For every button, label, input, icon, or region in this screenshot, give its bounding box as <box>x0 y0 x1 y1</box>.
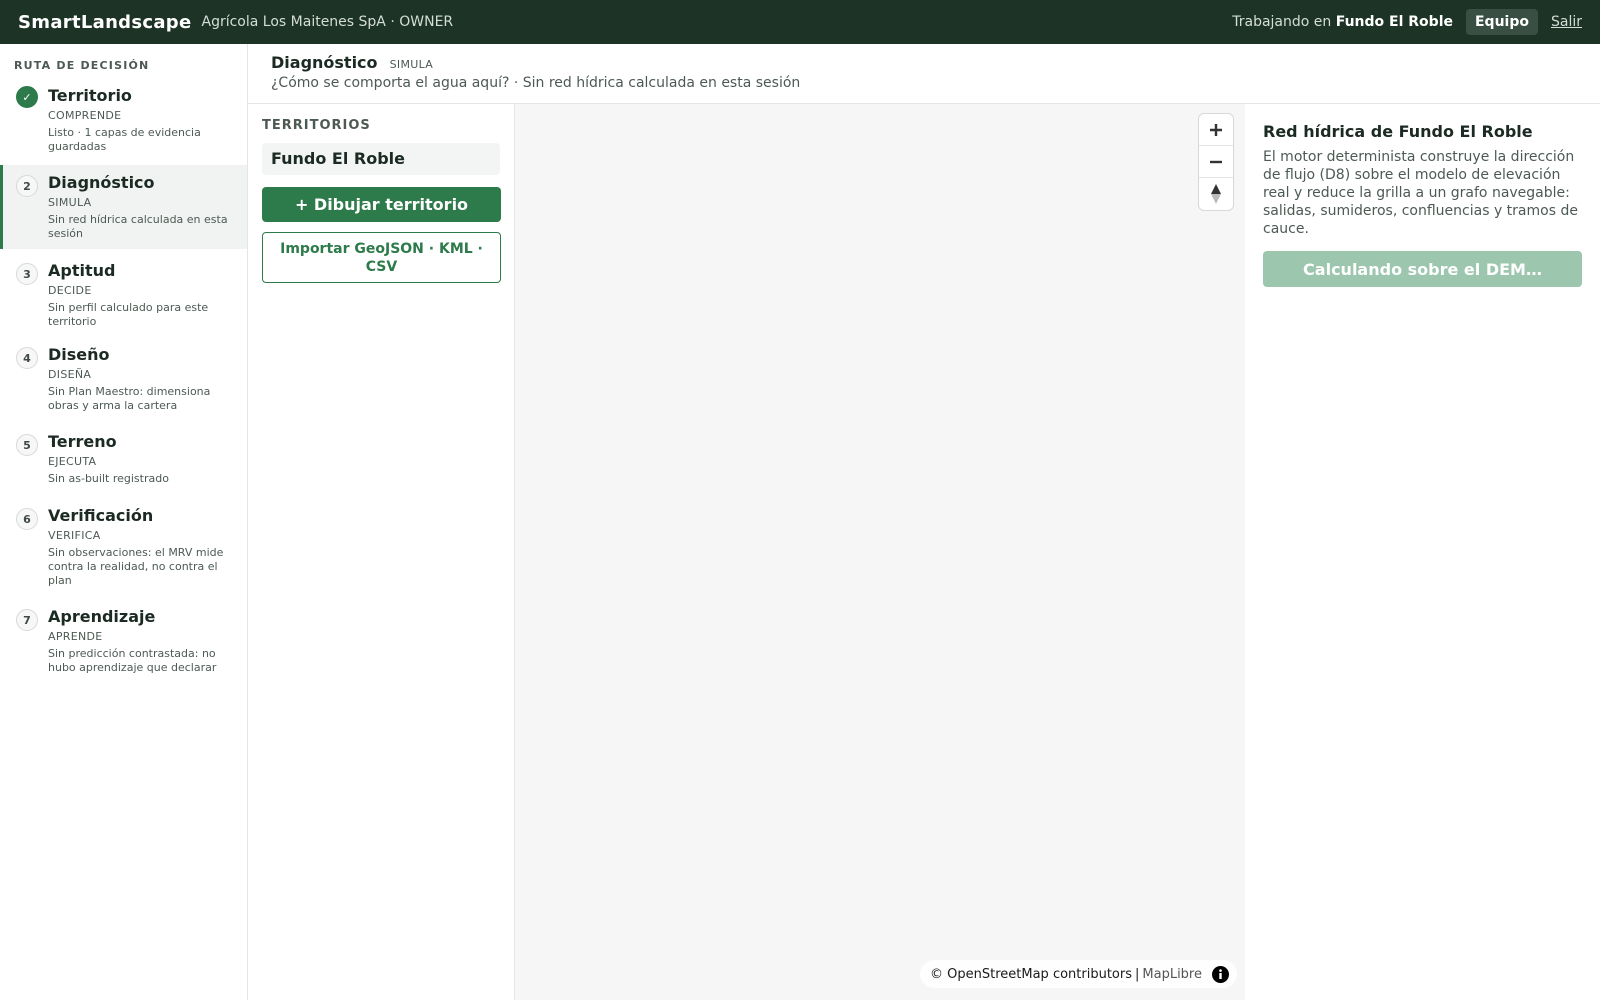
step-aprendizaje[interactable]: 7 Aprendizaje APRENDE Sin predicción con… <box>0 599 247 679</box>
step-number-badge: 4 <box>16 347 38 369</box>
check-icon: ✓ <box>16 86 38 108</box>
map-navigation-controls <box>1199 114 1233 210</box>
panel-description: El motor determinista construye la direc… <box>1263 149 1578 237</box>
step-territorio[interactable]: ✓ Territorio COMPRENDE Listo · 1 capas d… <box>0 82 247 165</box>
step-status: Sin observaciones: el MRV mide contra la… <box>48 546 224 587</box>
step-status: Sin predicción contrastada: no hubo apre… <box>48 647 217 674</box>
step-title: Verificación <box>48 506 154 525</box>
equipo-button[interactable]: Equipo <box>1465 9 1538 35</box>
minus-icon <box>1210 160 1222 163</box>
salir-link[interactable]: Salir <box>1551 14 1582 30</box>
page-title: Diagnóstico <box>271 53 378 72</box>
step-diagnostico[interactable]: 2 Diagnóstico SIMULA Sin red hídrica cal… <box>0 165 247 249</box>
step-status: Sin perfil calculado para este territori… <box>48 301 209 328</box>
page-header: Diagnóstico SIMULA ¿Cómo se comporta el … <box>248 44 1600 104</box>
working-prefix: Trabajando en <box>1232 14 1332 30</box>
map-attribution: © OpenStreetMap contributors | MapLibre <box>920 960 1237 988</box>
step-terreno[interactable]: 5 Terreno EJECUTA Sin as-built registrad… <box>0 424 247 498</box>
step-status: Sin as-built registrado <box>48 472 169 485</box>
panel-title: Red hídrica de Fundo El Roble <box>1263 122 1533 141</box>
zoom-out-button[interactable] <box>1199 146 1233 178</box>
step-kicker: DISEÑA <box>48 368 92 381</box>
step-kicker: COMPRENDE <box>48 109 122 122</box>
top-right-group: Trabajando en Fundo El Roble Equipo Sali… <box>1232 9 1582 35</box>
sidebar-title: RUTA DE DECISIÓN <box>14 59 150 72</box>
step-number-badge: 2 <box>16 175 38 197</box>
step-number-badge: 7 <box>16 609 38 631</box>
maplibre-link[interactable]: MapLibre <box>1142 967 1202 982</box>
decision-route-sidebar: RUTA DE DECISIÓN ✓ Territorio COMPRENDE … <box>0 44 248 1000</box>
territories-heading: TERRITORIOS <box>262 118 371 133</box>
step-status: Sin Plan Maestro: dimensiona obras y arm… <box>48 385 211 412</box>
water-network-panel: Red hídrica de Fundo El Roble El motor d… <box>1245 104 1600 1000</box>
step-title: Aptitud <box>48 261 116 280</box>
step-title: Diseño <box>48 345 110 364</box>
reset-north-button[interactable] <box>1199 178 1233 210</box>
step-number-badge: 5 <box>16 434 38 456</box>
step-number-badge: 3 <box>16 263 38 285</box>
page-kicker: SIMULA <box>389 58 434 71</box>
attribution-separator: | <box>1135 966 1140 982</box>
step-title: Aprendizaje <box>48 607 156 626</box>
page-subtitle: ¿Cómo se comporta el agua aquí? · Sin re… <box>271 75 801 91</box>
step-kicker: DECIDE <box>48 284 92 297</box>
working-context: Trabajando en Fundo El Roble <box>1232 14 1453 30</box>
step-diseno[interactable]: 4 Diseño DISEÑA Sin Plan Maestro: dimens… <box>0 337 247 424</box>
plus-icon <box>1210 123 1222 136</box>
territories-panel: TERRITORIOS Fundo El Roble + Dibujar ter… <box>248 104 515 1000</box>
territory-item[interactable]: Fundo El Roble <box>262 143 500 175</box>
draw-territory-button[interactable]: + Dibujar territorio <box>262 187 501 222</box>
import-button[interactable]: Importar GeoJSON · KML · CSV <box>262 232 501 283</box>
step-aptitud[interactable]: 3 Aptitud DECIDE Sin perfil calculado pa… <box>0 249 247 337</box>
step-kicker: VERIFICA <box>48 529 101 542</box>
step-kicker: SIMULA <box>48 196 92 209</box>
page-title-row: Diagnóstico SIMULA <box>271 53 1577 72</box>
calculating-dem-button[interactable]: Calculando sobre el DEM… <box>1263 251 1582 287</box>
org-label: Agrícola Los Maitenes SpA · OWNER <box>201 14 454 30</box>
step-status: Listo · 1 capas de evidencia guardadas <box>48 126 201 153</box>
map-canvas[interactable]: © OpenStreetMap contributors | MapLibre <box>515 104 1245 1000</box>
osm-attribution-link[interactable]: © OpenStreetMap contributors <box>930 967 1132 982</box>
info-icon[interactable] <box>1212 965 1229 983</box>
top-bar: SmartLandscape Agrícola Los Maitenes SpA… <box>0 0 1600 44</box>
brand-logo[interactable]: SmartLandscape <box>18 12 192 33</box>
step-title: Territorio <box>48 86 132 105</box>
step-kicker: APRENDE <box>48 630 103 643</box>
step-number-badge: 6 <box>16 508 38 530</box>
step-title: Diagnóstico <box>48 173 155 192</box>
step-status: Sin red hídrica calculada en esta sesión <box>48 213 228 240</box>
zoom-in-button[interactable] <box>1199 114 1233 146</box>
step-verificacion[interactable]: 6 Verificación VERIFICA Sin observacione… <box>0 498 247 599</box>
working-territory: Fundo El Roble <box>1335 14 1453 30</box>
step-kicker: EJECUTA <box>48 455 97 468</box>
step-title: Terreno <box>48 432 117 451</box>
compass-icon <box>1211 184 1221 204</box>
